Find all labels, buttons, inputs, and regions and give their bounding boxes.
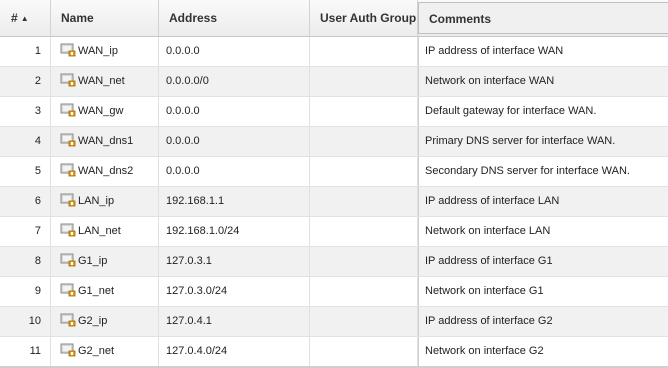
comment-cell: IP address of interface WAN: [418, 37, 668, 66]
address-object-icon: [60, 190, 76, 207]
name-cell[interactable]: WAN_dns1: [51, 127, 159, 156]
user-auth-group-cell: [310, 67, 418, 96]
comment-cell: Default gateway for interface WAN.: [418, 97, 668, 126]
user-auth-group-cell: [310, 37, 418, 66]
address-cell: 127.0.3.0/24: [159, 277, 310, 306]
table-body: 1 WAN_ip 0.0.0.0 IP address of interface WA…: [0, 37, 668, 367]
name-cell[interactable]: WAN_dns2: [51, 157, 159, 186]
name-cell[interactable]: WAN_ip: [51, 37, 159, 66]
table-row[interactable]: 2 WAN_net 0.0.0.0/0 Network on interface WA…: [0, 67, 668, 97]
column-header-address[interactable]: Address: [159, 0, 310, 36]
table-row[interactable]: 10 G2_ip 127.0.4.1 IP address of interface …: [0, 307, 668, 337]
user-auth-group-cell: [310, 157, 418, 186]
comment-cell: IP address of interface G2: [418, 307, 668, 336]
user-auth-group-cell: [310, 337, 418, 366]
user-auth-group-cell: [310, 307, 418, 336]
table-row[interactable]: 7 LAN_net 192.168.1.0/24 Network on interfa…: [0, 217, 668, 247]
row-number: 2: [0, 67, 51, 96]
column-header-name[interactable]: Name: [51, 0, 159, 36]
name-cell[interactable]: WAN_net: [51, 67, 159, 96]
address-cell: 0.0.0.0: [159, 97, 310, 126]
column-header-number[interactable]: # ▲: [0, 0, 51, 36]
table-row[interactable]: 4 WAN_dns1 0.0.0.0 Primary DNS server for i…: [0, 127, 668, 157]
address-cell: 192.168.1.0/24: [159, 217, 310, 246]
table-row[interactable]: 11 G2_net 127.0.4.0/24 Network on interface…: [0, 337, 668, 367]
address-cell: 127.0.3.1: [159, 247, 310, 276]
address-object-icon: [60, 130, 76, 147]
row-number: 10: [0, 307, 51, 336]
row-number: 9: [0, 277, 51, 306]
row-number: 1: [0, 37, 51, 66]
table-header: # ▲ Name Address User Auth Group Comments: [0, 0, 668, 37]
comment-cell: Network on interface G2: [418, 337, 668, 366]
name-cell[interactable]: WAN_gw: [51, 97, 159, 126]
name-cell[interactable]: G2_net: [51, 337, 159, 366]
user-auth-group-cell: [310, 277, 418, 306]
address-cell: 0.0.0.0: [159, 127, 310, 156]
name-text: G1_ip: [78, 255, 108, 267]
name-text: WAN_net: [78, 75, 125, 87]
table-row[interactable]: 1 WAN_ip 0.0.0.0 IP address of interface WA…: [0, 37, 668, 67]
sort-ascending-icon: ▲: [20, 14, 29, 23]
name-text: WAN_dns1: [78, 135, 134, 147]
name-text: LAN_ip: [78, 195, 115, 207]
name-text: WAN_ip: [78, 45, 118, 57]
table-row[interactable]: 3 WAN_gw 0.0.0.0 Default gateway for interf…: [0, 97, 668, 127]
address-object-icon: [60, 340, 76, 357]
address-object-icon: [60, 310, 76, 327]
address-cell: 0.0.0.0/0: [159, 67, 310, 96]
row-number: 7: [0, 217, 51, 246]
address-book-table: # ▲ Name Address User Auth Group Comments…: [0, 0, 668, 368]
user-auth-group-cell: [310, 247, 418, 276]
name-text: WAN_gw: [78, 105, 124, 117]
row-number: 8: [0, 247, 51, 276]
address-object-icon: [60, 100, 76, 117]
table-row[interactable]: 8 G1_ip 127.0.3.1 IP address of interface G…: [0, 247, 668, 277]
user-auth-group-cell: [310, 187, 418, 216]
address-object-icon: [60, 160, 76, 177]
user-auth-group-cell: [310, 127, 418, 156]
address-cell: 0.0.0.0: [159, 157, 310, 186]
address-object-icon: [60, 40, 76, 57]
name-cell[interactable]: G2_ip: [51, 307, 159, 336]
address-object-icon: [60, 70, 76, 87]
table-row[interactable]: 6 LAN_ip 192.168.1.1 IP address of interfac…: [0, 187, 668, 217]
address-cell: 0.0.0.0: [159, 37, 310, 66]
column-header-number-label: #: [11, 11, 18, 25]
table-row[interactable]: 9 G1_net 127.0.3.0/24 Network on interface …: [0, 277, 668, 307]
comment-cell: Network on interface G1: [418, 277, 668, 306]
row-number: 5: [0, 157, 51, 186]
comment-cell: Network on interface LAN: [418, 217, 668, 246]
address-object-icon: [60, 220, 76, 237]
column-header-user-auth-group[interactable]: User Auth Group: [310, 0, 418, 36]
row-number: 4: [0, 127, 51, 156]
comment-cell: Secondary DNS server for interface WAN.: [418, 157, 668, 186]
name-text: WAN_dns2: [78, 165, 134, 177]
comment-cell: IP address of interface G1: [418, 247, 668, 276]
address-cell: 192.168.1.1: [159, 187, 310, 216]
table-row[interactable]: 5 WAN_dns2 0.0.0.0 Secondary DNS server for…: [0, 157, 668, 187]
name-text: G1_net: [78, 285, 115, 297]
name-text: LAN_net: [78, 225, 121, 237]
column-header-comments[interactable]: Comments: [418, 2, 668, 34]
comment-cell: Network on interface WAN: [418, 67, 668, 96]
name-cell[interactable]: G1_net: [51, 277, 159, 306]
name-cell[interactable]: LAN_net: [51, 217, 159, 246]
name-text: G2_ip: [78, 315, 108, 327]
address-object-icon: [60, 250, 76, 267]
address-cell: 127.0.4.0/24: [159, 337, 310, 366]
comment-cell: IP address of interface LAN: [418, 187, 668, 216]
address-object-icon: [60, 280, 76, 297]
user-auth-group-cell: [310, 97, 418, 126]
comment-cell: Primary DNS server for interface WAN.: [418, 127, 668, 156]
row-number: 11: [0, 337, 51, 366]
user-auth-group-cell: [310, 217, 418, 246]
row-number: 3: [0, 97, 51, 126]
name-text: G2_net: [78, 345, 115, 357]
name-cell[interactable]: G1_ip: [51, 247, 159, 276]
row-number: 6: [0, 187, 51, 216]
name-cell[interactable]: LAN_ip: [51, 187, 159, 216]
address-cell: 127.0.4.1: [159, 307, 310, 336]
